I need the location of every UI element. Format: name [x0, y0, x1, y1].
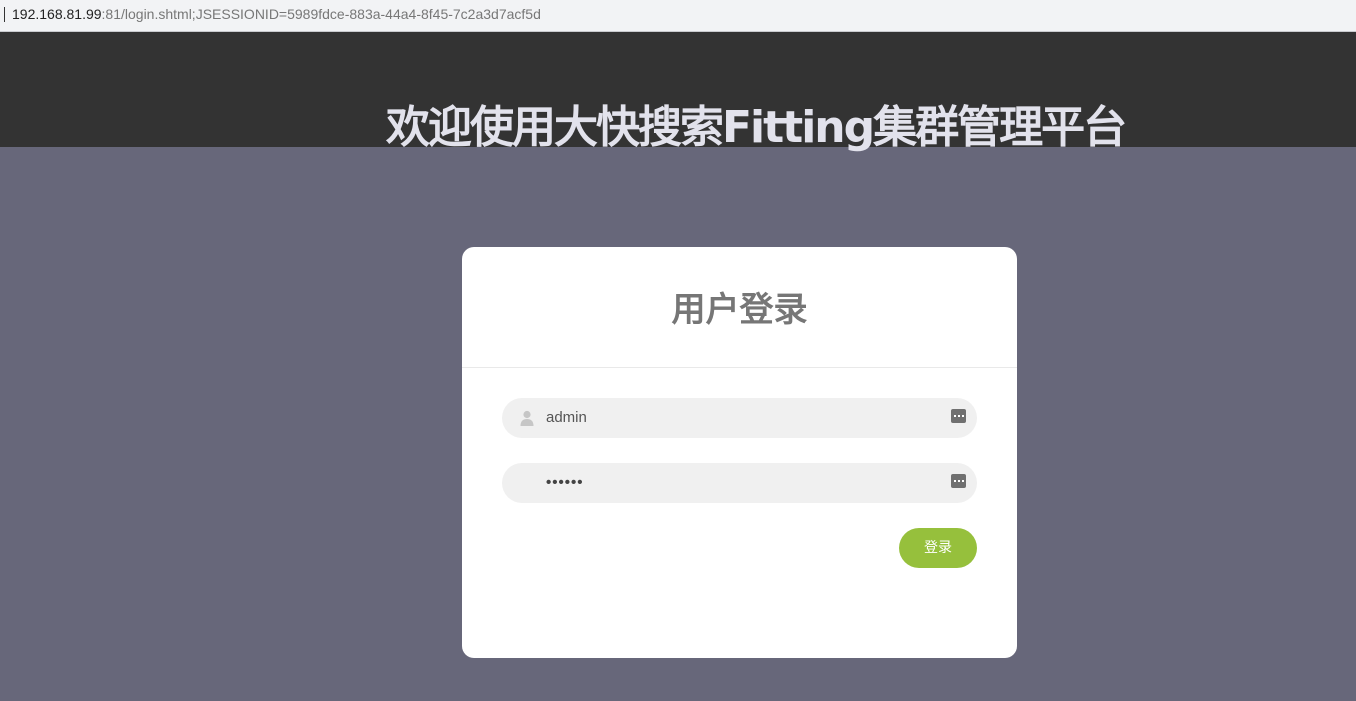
page-title: 欢迎使用大快搜索Fitting集群管理平台: [386, 102, 1127, 153]
address-host: 192.168.81.99: [12, 6, 102, 22]
autofill-key-icon[interactable]: [951, 474, 966, 488]
page-header: 欢迎使用大快搜索Fitting集群管理平台: [0, 32, 1356, 153]
autofill-key-icon[interactable]: [951, 409, 966, 423]
password-field[interactable]: ••••••: [502, 463, 977, 503]
username-input[interactable]: admin: [546, 409, 587, 427]
user-icon: [520, 410, 534, 426]
login-title: 用户登录: [671, 290, 808, 330]
username-field[interactable]: admin: [502, 398, 977, 438]
login-card: 用户登录 admin •••••• 登录: [462, 247, 1017, 658]
login-button[interactable]: 登录: [899, 528, 977, 568]
address-bar[interactable]: 192.168.81.99:81/login.shtml;JSESSIONID=…: [0, 0, 1356, 32]
password-input[interactable]: ••••••: [546, 474, 584, 492]
address-path: :81/login.shtml;JSESSIONID=5989fdce-883a…: [101, 6, 541, 22]
address-url[interactable]: 192.168.81.99:81/login.shtml;JSESSIONID=…: [12, 6, 541, 22]
card-divider: [462, 367, 1017, 368]
text-caret: [4, 7, 5, 22]
